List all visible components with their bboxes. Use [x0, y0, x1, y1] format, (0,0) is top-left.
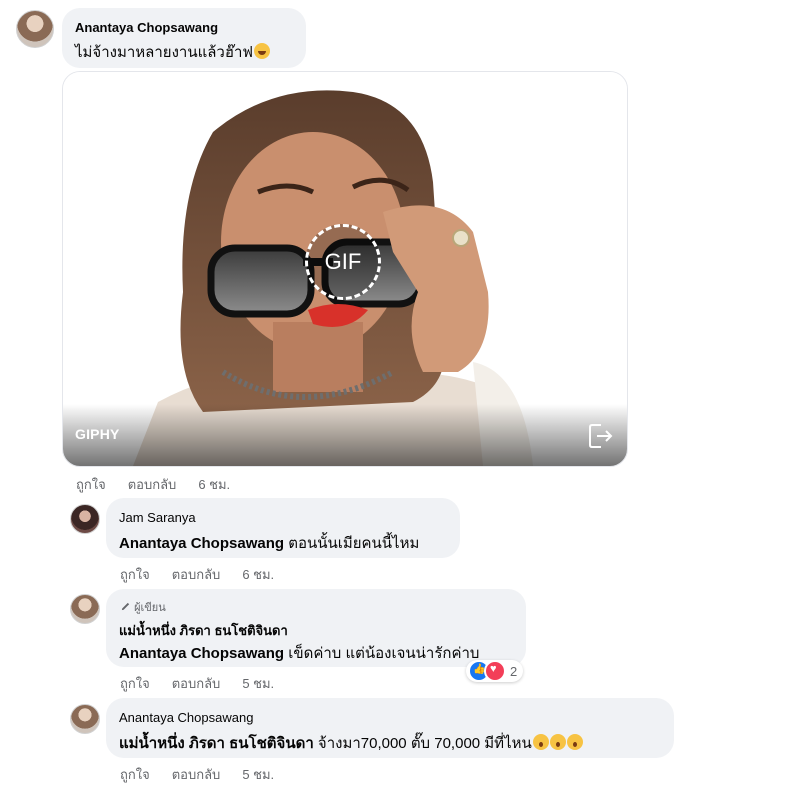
comment-timestamp[interactable]: 6 ชม.	[242, 564, 274, 585]
avatar[interactable]	[70, 704, 100, 734]
comment-text: แม่น้ำหนึ่ง ภิรดา ธนโชติจินดา จ้างมา70,0…	[119, 731, 583, 755]
like-link[interactable]: ถูกใจ	[120, 564, 150, 585]
pencil-icon	[121, 602, 130, 611]
reaction-count: 2	[510, 663, 518, 679]
avatar[interactable]	[70, 594, 100, 624]
comment-text-body: จ้างมา70,000 ตั๊บ 70,000 มีที่ไหน	[317, 735, 532, 752]
like-link[interactable]: ถูกใจ	[120, 673, 150, 694]
surprised-emoji-icon	[532, 734, 549, 750]
reply-link[interactable]: ตอบกลับ	[172, 764, 221, 785]
reply-link[interactable]: ตอบกลับ	[172, 673, 221, 694]
gif-play-badge[interactable]: GIF	[305, 224, 381, 300]
love-reaction-icon	[484, 660, 506, 682]
comment-author[interactable]: แม่น้ำหนึ่ง ภิรดา ธนโชติจินดา	[119, 620, 288, 641]
gif-attachment[interactable]: GIF GIPHY	[62, 71, 628, 467]
author-badge-label: ผู้เขียน	[134, 602, 166, 614]
comment-timestamp[interactable]: 5 ชม.	[242, 764, 274, 785]
comment-text: Anantaya Chopsawang ตอนนั้นเมียคนนี้ไหม	[119, 531, 419, 555]
reply-link[interactable]: ตอบกลับ	[128, 474, 177, 495]
comment-actions: ถูกใจ ตอบกลับ 5 ชม.	[120, 673, 274, 694]
comment-text-body: ตอนนั้นเมียคนนี้ไหม	[288, 535, 420, 552]
like-link[interactable]: ถูกใจ	[76, 474, 106, 495]
laughing-emoji-icon	[254, 43, 271, 59]
mention-tag[interactable]: Anantaya Chopsawang	[119, 645, 284, 662]
comment-text: ไม่จ้างมาหลายงานแล้วฮ๊าฟ	[75, 40, 271, 64]
surprised-emoji-icon	[566, 734, 583, 750]
comment-actions: ถูกใจ ตอบกลับ 5 ชม.	[120, 764, 274, 785]
avatar[interactable]	[70, 504, 100, 534]
comment-text-body: เข็ดค่าบ แต่น้องเจนน่ารักค่าบ	[288, 645, 480, 662]
comment-author[interactable]: Jam Saranya	[119, 510, 196, 525]
reaction-summary[interactable]: 2	[466, 660, 524, 682]
comment-author[interactable]: Anantaya Chopsawang	[75, 20, 218, 35]
comment-text-body: ไม่จ้างมาหลายงานแล้วฮ๊าฟ	[75, 44, 254, 61]
author-badge: ผู้เขียน	[120, 598, 166, 616]
mention-tag[interactable]: แม่น้ำหนึ่ง ภิรดา ธนโชติจินดา	[119, 735, 314, 752]
surprised-emoji-icon	[549, 734, 566, 750]
comment-actions: ถูกใจ ตอบกลับ 6 ชม.	[76, 474, 230, 495]
reply-link[interactable]: ตอบกลับ	[172, 564, 221, 585]
gif-footer	[63, 404, 627, 466]
share-icon[interactable]	[587, 422, 613, 450]
comment-author[interactable]: Anantaya Chopsawang	[119, 710, 253, 725]
giphy-logo[interactable]: GIPHY	[75, 426, 120, 442]
like-link[interactable]: ถูกใจ	[120, 764, 150, 785]
avatar[interactable]	[16, 10, 54, 48]
comment-timestamp[interactable]: 5 ชม.	[242, 673, 274, 694]
comment-timestamp[interactable]: 6 ชม.	[198, 474, 230, 495]
comment-text: Anantaya Chopsawang เข็ดค่าบ แต่น้องเจนน…	[119, 641, 479, 665]
mention-tag[interactable]: Anantaya Chopsawang	[119, 535, 284, 552]
comment-actions: ถูกใจ ตอบกลับ 6 ชม.	[120, 564, 274, 585]
